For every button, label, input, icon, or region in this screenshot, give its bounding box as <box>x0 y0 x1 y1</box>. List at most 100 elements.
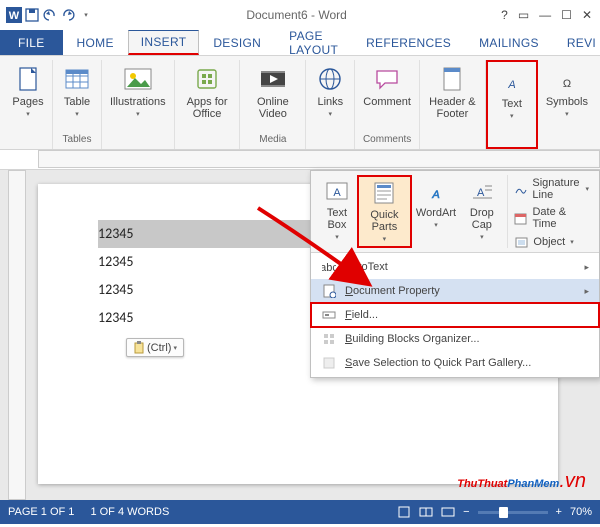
dropcap-button[interactable]: A Drop Cap▾ <box>460 175 504 248</box>
savesel-icon <box>321 355 337 371</box>
svg-text:A: A <box>477 187 485 199</box>
pages-button[interactable]: Pages ▾ <box>8 62 48 132</box>
textbox-icon: A <box>323 177 351 205</box>
apps-label: Apps for Office <box>183 96 232 120</box>
zoom-level[interactable]: 70% <box>570 506 592 518</box>
apps-button[interactable]: Apps for Office <box>179 62 236 132</box>
zoom-out-button[interactable]: − <box>463 506 469 518</box>
window-controls: ? ▭ — ☐ ✕ <box>493 8 600 22</box>
status-words[interactable]: 1 OF 4 WORDS <box>90 506 169 518</box>
comment-button[interactable]: Comment <box>359 62 415 132</box>
svg-text:A: A <box>431 189 439 201</box>
close-icon[interactable]: ✕ <box>582 8 592 22</box>
datetime-button[interactable]: Date & Time <box>514 206 589 230</box>
svg-text:A: A <box>507 79 515 91</box>
group-text: A Text ▾ <box>486 60 538 149</box>
text-label: Text <box>502 98 522 110</box>
group-apps: Apps for Office <box>175 60 241 149</box>
vertical-ruler[interactable] <box>8 170 26 500</box>
ruler[interactable] <box>38 150 600 168</box>
group-media-label: Media <box>244 134 301 147</box>
chevron-down-icon: ▾ <box>173 344 177 352</box>
title-bar: W ▾ Document6 - Word ? ▭ — ☐ ✕ <box>0 0 600 30</box>
text-button[interactable]: A Text ▾ <box>492 64 532 134</box>
tab-mailings[interactable]: MAILINGS <box>465 30 553 55</box>
help-icon[interactable]: ? <box>501 8 508 22</box>
tab-references[interactable]: REFERENCES <box>352 30 465 55</box>
minimize-icon[interactable]: — <box>539 8 551 22</box>
video-icon <box>258 64 288 94</box>
group-links: Links ▾ <box>306 60 355 149</box>
links-button[interactable]: Links ▾ <box>310 62 350 132</box>
svg-text:A: A <box>333 187 341 199</box>
tab-insert[interactable]: INSERT <box>128 30 200 55</box>
menu-document-property[interactable]: Document Property▸ <box>311 279 599 303</box>
header-footer-icon <box>437 64 467 94</box>
symbols-label: Symbols <box>546 96 588 108</box>
datetime-icon <box>514 211 527 225</box>
dropcap-label: Drop Cap <box>464 207 500 231</box>
qat-dropdown-icon[interactable]: ▾ <box>78 7 94 23</box>
links-icon <box>315 64 345 94</box>
group-comments: Comment Comments <box>355 60 420 149</box>
quick-access-toolbar: W ▾ <box>0 7 100 23</box>
menu-building-blocks[interactable]: Building Blocks Organizer... <box>311 327 599 351</box>
table-button[interactable]: Table ▾ <box>57 62 97 132</box>
textbox-button[interactable]: A Text Box▾ <box>317 175 357 248</box>
wordart-icon: A <box>422 177 450 205</box>
menu-autotext[interactable]: abcAAutoTextutoText▸ <box>311 255 599 279</box>
save-icon[interactable] <box>24 7 40 23</box>
wordart-button[interactable]: A WordArt▾ <box>412 175 460 248</box>
video-label: Online Video <box>248 96 297 120</box>
group-tables: Table ▾ Tables <box>53 60 102 149</box>
view-read-icon[interactable] <box>419 505 433 519</box>
paste-options-tag[interactable]: (Ctrl) ▾ <box>126 338 184 357</box>
tab-home[interactable]: HOME <box>63 30 128 55</box>
symbols-button[interactable]: Ω Symbols ▾ <box>542 62 592 132</box>
view-print-icon[interactable] <box>397 505 411 519</box>
group-pages: Pages ▾ <box>4 60 53 149</box>
table-label: Table <box>64 96 90 108</box>
signature-button[interactable]: Signature Line▾ <box>514 177 589 201</box>
svg-text:Ω: Ω <box>563 78 571 90</box>
header-footer-button[interactable]: Header & Footer <box>424 62 481 132</box>
comment-label: Comment <box>363 96 411 108</box>
illustrations-button[interactable]: Illustrations ▾ <box>106 62 170 132</box>
redo-icon[interactable] <box>60 7 76 23</box>
buildingblocks-icon <box>321 331 337 347</box>
symbols-icon: Ω <box>552 64 582 94</box>
group-symbols: Ω Symbols ▾ <box>538 60 596 149</box>
wordart-label: WordArt <box>416 207 456 219</box>
maximize-icon[interactable]: ☐ <box>561 8 572 22</box>
svg-text:abc: abc <box>322 262 336 274</box>
view-web-icon[interactable] <box>441 505 455 519</box>
group-header-footer: Header & Footer <box>420 60 486 149</box>
undo-icon[interactable] <box>42 7 58 23</box>
chevron-down-icon: ▾ <box>136 110 140 118</box>
text-dropdown-panel: A Text Box▾ Quick Parts▾ A WordArt▾ A Dr… <box>310 170 600 378</box>
tab-file[interactable]: FILE <box>0 30 63 55</box>
ribbon-options-icon[interactable]: ▭ <box>518 8 529 22</box>
menu-field[interactable]: Field... <box>311 303 599 327</box>
paste-tag-label: (Ctrl) <box>147 342 171 354</box>
quickparts-icon <box>370 179 398 207</box>
quickparts-button[interactable]: Quick Parts▾ <box>357 175 412 248</box>
horizontal-ruler <box>0 150 600 170</box>
chevron-down-icon: ▾ <box>329 110 333 118</box>
illustrations-label: Illustrations <box>110 96 166 108</box>
links-label: Links <box>317 96 343 108</box>
zoom-slider[interactable] <box>478 511 548 514</box>
field-icon <box>321 307 337 323</box>
chevron-down-icon: ▾ <box>565 110 569 118</box>
tab-page-layout[interactable]: PAGE LAYOUT <box>275 30 352 55</box>
video-button[interactable]: Online Video <box>244 62 301 132</box>
clipboard-icon <box>133 341 145 354</box>
tab-design[interactable]: DESIGN <box>199 30 275 55</box>
zoom-in-button[interactable]: + <box>556 506 562 518</box>
status-page[interactable]: PAGE 1 OF 1 <box>8 506 74 518</box>
text-buttons-row: A Text Box▾ Quick Parts▾ A WordArt▾ A Dr… <box>311 171 599 253</box>
pages-icon <box>13 64 43 94</box>
comment-icon <box>372 64 402 94</box>
tab-review[interactable]: REVI <box>553 30 600 55</box>
object-button[interactable]: Object▾ <box>514 235 589 249</box>
